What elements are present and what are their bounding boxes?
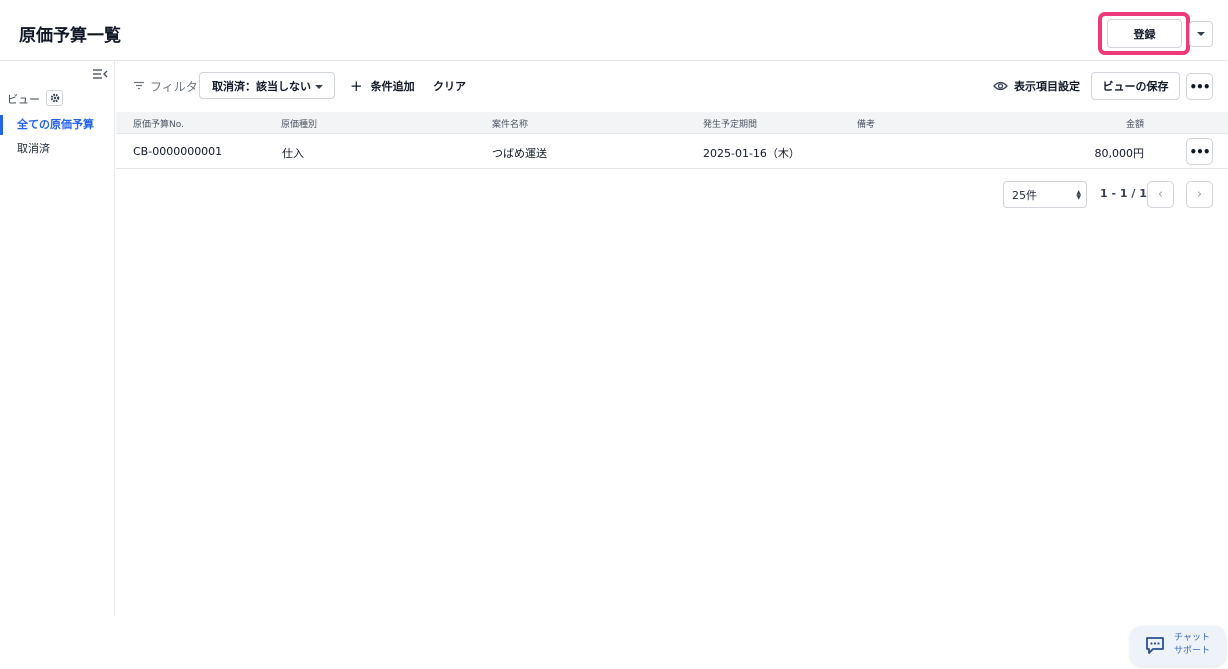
clear-button[interactable]: クリア (433, 78, 466, 94)
chevron-down-icon (315, 85, 323, 89)
add-condition-label: 条件追加 (370, 80, 415, 93)
chat-icon (1146, 637, 1164, 654)
column-settings-label: 表示項目設定 (1014, 80, 1080, 93)
register-dropdown-button[interactable] (1189, 21, 1213, 47)
select-arrows-icon: ▲ ▼ (1076, 189, 1081, 201)
register-button[interactable]: 登録 (1107, 19, 1182, 48)
cell-no[interactable]: CB-0000000001 (133, 145, 222, 158)
cell-period: 2025-01-16（木） (703, 147, 800, 160)
view-settings-button[interactable] (46, 90, 63, 106)
table-row[interactable]: CB-0000000001 仕入 つばめ運送 2025-01-16（木） 80,… (116, 134, 1228, 169)
gear-icon (50, 93, 59, 103)
add-condition-button[interactable]: + 条件追加 (350, 78, 415, 94)
eye-icon (993, 81, 1008, 91)
table-header: 原価予算No. 原価種別 案件名称 発生予定期間 備考 金額 (116, 112, 1228, 134)
collapse-sidebar-icon[interactable] (92, 68, 108, 80)
prev-page-button[interactable]: ‹ (1147, 181, 1174, 208)
chat-support-button[interactable]: チャット サポート (1130, 626, 1226, 666)
filter-label: フィルタ (150, 80, 198, 94)
column-header-no[interactable]: 原価予算No. (133, 117, 184, 130)
chevron-left-icon: ‹ (1157, 187, 1164, 202)
column-header-amount[interactable]: 金額 (1126, 117, 1144, 130)
column-header-cost-type[interactable]: 原価種別 (281, 117, 317, 130)
toolbar-more-button[interactable]: ••• (1186, 73, 1213, 100)
plus-icon: + (350, 77, 363, 95)
row-more-button[interactable]: ••• (1186, 138, 1213, 165)
chat-label-line1: チャット (1174, 633, 1210, 643)
page-title: 原価予算一覧 (19, 26, 121, 46)
chat-label-line2: サポート (1174, 646, 1211, 656)
filter-chip-cancelled[interactable]: 取消済：該当しない (199, 72, 335, 99)
column-settings-button[interactable]: 表示項目設定 (993, 78, 1080, 94)
cell-amount: 80,000円 (1094, 147, 1145, 160)
sidebar-item-cancelled[interactable]: 取消済 (0, 139, 114, 159)
column-header-period[interactable]: 発生予定期間 (703, 117, 757, 130)
column-header-note[interactable]: 備考 (857, 117, 875, 130)
column-header-project-name[interactable]: 案件名称 (492, 117, 528, 130)
sidebar-item-all-cost-budgets[interactable]: 全ての原価予算 (0, 115, 114, 135)
per-page-select[interactable]: 25件 ▲ ▼ (1003, 181, 1087, 208)
page-header: 原価予算一覧 登録 (0, 0, 1228, 61)
chevron-right-icon: › (1196, 187, 1203, 202)
cell-project-name: つばめ運送 (492, 147, 547, 160)
filter-icon (134, 81, 144, 90)
chevron-down-icon (1197, 32, 1205, 36)
view-label: ビュー (7, 93, 40, 106)
chat-support-label: チャット サポート (1174, 632, 1210, 658)
next-page-button[interactable]: › (1186, 181, 1213, 208)
per-page-value: 25件 (1012, 188, 1037, 202)
cell-cost-type: 仕入 (282, 147, 304, 160)
save-view-button[interactable]: ビューの保存 (1091, 72, 1180, 100)
page-range: 1 - 1 / 1 (1100, 187, 1147, 200)
sidebar: ビュー 全ての原価予算 取消済 (0, 61, 115, 616)
filter-chip-label: 取消済：該当しない (212, 79, 311, 93)
